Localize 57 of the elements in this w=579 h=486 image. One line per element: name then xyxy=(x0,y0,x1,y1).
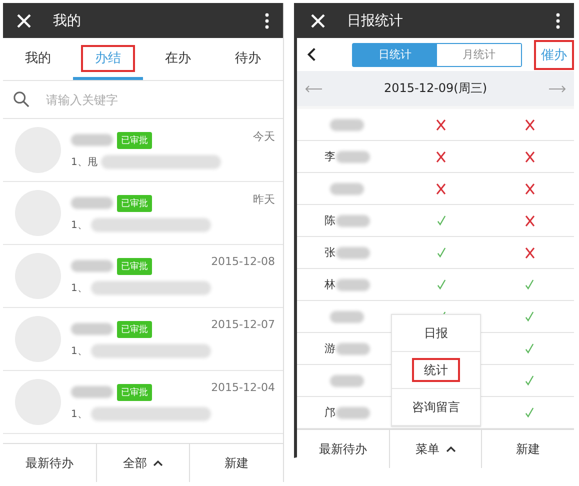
search-icon xyxy=(13,91,30,108)
item-date: 2015-12-07 xyxy=(211,318,275,331)
blurred-name xyxy=(336,342,370,354)
blurred-name xyxy=(71,134,113,146)
menu-item[interactable]: 统计 xyxy=(392,352,480,389)
person-name: 陈 xyxy=(324,213,336,228)
blurred-name xyxy=(71,197,113,209)
item-date: 2015-12-08 xyxy=(211,255,275,268)
item-date: 今天 xyxy=(253,129,275,144)
person-name: 林 xyxy=(324,277,336,292)
date-label: 2015-12-09(周三) xyxy=(384,80,488,97)
blurred-name xyxy=(336,278,370,290)
blurred-name xyxy=(71,260,113,272)
close-icon[interactable] xyxy=(311,14,325,28)
blurred-name xyxy=(336,150,370,162)
list-item[interactable]: 已审批 1、甩 今天 xyxy=(3,119,283,182)
list-item[interactable]: 已审批 1、 2015-12-07 xyxy=(3,308,283,371)
person-name: 张 xyxy=(324,245,336,260)
item-date: 2015-12-04 xyxy=(211,381,275,394)
status-badge: 已审批 xyxy=(117,384,152,400)
bottom-bar-button[interactable]: 最新待办 xyxy=(297,430,390,468)
list-item[interactable]: 已审批 1、 昨天 xyxy=(3,182,283,245)
person-name: 游 xyxy=(324,341,336,356)
caret-icon xyxy=(153,460,163,466)
blurred-name xyxy=(336,406,370,418)
list-item[interactable]: 已审批 1、 2015-12-08 xyxy=(3,245,283,308)
summary-text: 1、 xyxy=(71,344,88,358)
menu-item[interactable]: 日报 xyxy=(392,315,480,352)
back-icon[interactable] xyxy=(307,47,316,62)
item-date: 昨天 xyxy=(253,192,275,207)
blurred-name xyxy=(330,182,364,194)
blurred-name xyxy=(330,374,364,386)
summary-text: 1、 xyxy=(71,282,88,294)
person-name: 李 xyxy=(324,149,336,164)
window-title: 我的 xyxy=(53,12,82,30)
status-badge: 已审批 xyxy=(117,258,152,274)
menu-item[interactable]: 咨询留言 xyxy=(392,389,480,426)
summary-text: 1、 xyxy=(71,218,88,232)
status-badge: 已审批 xyxy=(117,320,152,338)
blurred-name xyxy=(336,214,370,226)
window-title: 日报统计 xyxy=(347,12,404,30)
status-badge: 已审批 xyxy=(117,132,152,148)
status-badge: 已审批 xyxy=(117,194,152,212)
more-icon[interactable] xyxy=(265,12,269,28)
blurred-name xyxy=(71,386,113,398)
blurred-name xyxy=(330,118,364,130)
list-item[interactable]: 已审批 1、 2015-12-04 xyxy=(3,371,283,434)
bottom-bar-button[interactable]: 菜单 xyxy=(390,430,482,468)
blurred-name xyxy=(330,310,364,322)
close-icon[interactable] xyxy=(17,14,31,28)
blurred-name xyxy=(336,246,370,258)
more-icon[interactable] xyxy=(556,12,560,28)
person-name: 邝 xyxy=(324,405,336,420)
summary-text: 1、 xyxy=(71,408,88,420)
caret-icon xyxy=(446,446,456,452)
summary-text: 1、甩 xyxy=(71,156,98,168)
blurred-name xyxy=(71,323,113,335)
